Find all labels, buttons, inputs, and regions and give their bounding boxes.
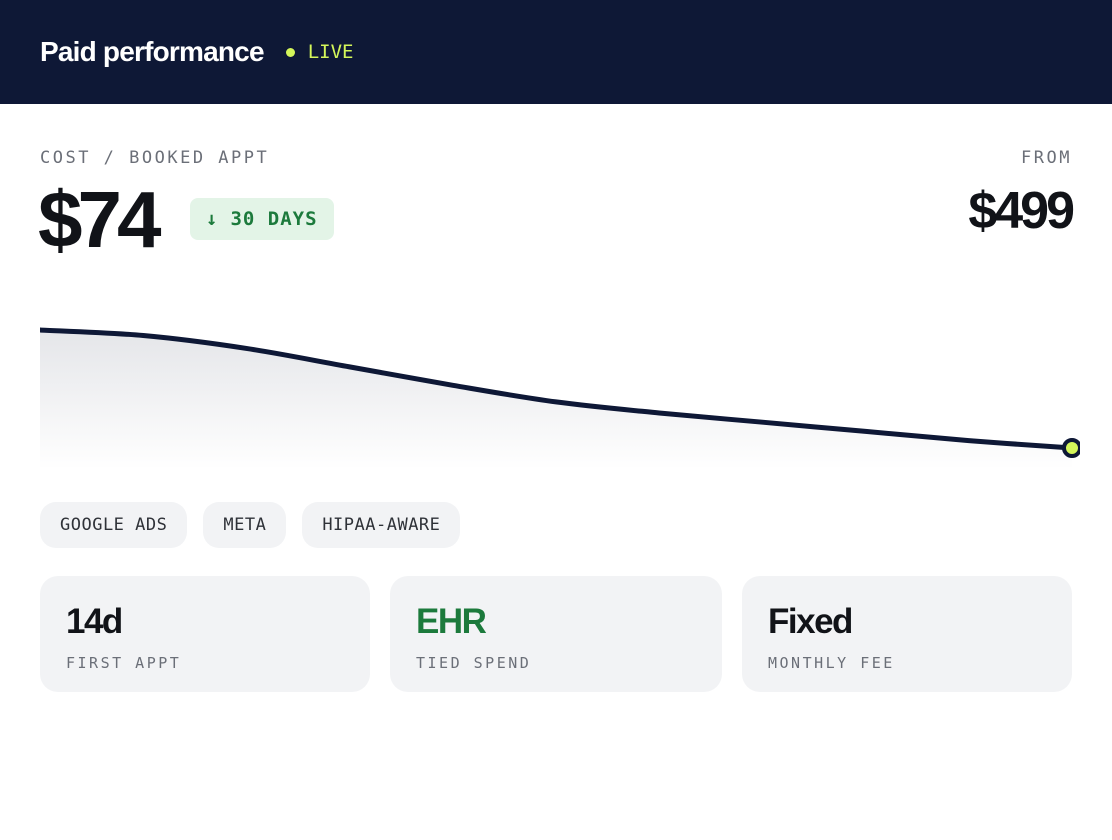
tag-chip: HIPAA-AWARE (302, 502, 461, 548)
stat-card: Fixed MONTHLY FEE (742, 576, 1072, 692)
stat-cards: 14d FIRST APPT EHR TIED SPEND Fixed MONTHLY F… (40, 576, 1072, 692)
live-status-label: LIVE (307, 41, 354, 63)
arrow-down-icon: ↓ (206, 208, 219, 230)
tag-chip: META (203, 502, 287, 548)
app-header: Paid performance LIVE (0, 0, 1112, 104)
stat-card: EHR TIED SPEND (390, 576, 722, 692)
trend-chart (40, 327, 1080, 470)
stat-card-value: EHR (416, 602, 487, 641)
stat-card-label: MONTHLY FEE (768, 654, 895, 672)
live-dot-icon (285, 47, 295, 57)
page-title: Paid performance (40, 36, 265, 67)
delta-label: 30 DAYS (230, 208, 318, 230)
tag-chip: GOOGLE ADS (40, 502, 188, 548)
pricing-value: $499 (968, 182, 1075, 240)
metric-value: $74 (38, 175, 162, 264)
pricing-label: FROM (1021, 148, 1072, 168)
stat-card-label: FIRST APPT (66, 654, 182, 672)
stat-card-label: TIED SPEND (416, 654, 532, 672)
tag-list: GOOGLE ADS META HIPAA-AWARE (40, 502, 461, 548)
stat-card-value: Fixed (768, 602, 853, 641)
delta-badge: ↓ 30 DAYS (190, 198, 334, 240)
stat-card: 14d FIRST APPT (40, 576, 370, 692)
live-status: LIVE (285, 41, 354, 63)
metric-label: COST / BOOKED APPT (40, 148, 270, 168)
trend-endpoint-marker (1062, 438, 1080, 458)
stat-card-value: 14d (66, 602, 123, 641)
